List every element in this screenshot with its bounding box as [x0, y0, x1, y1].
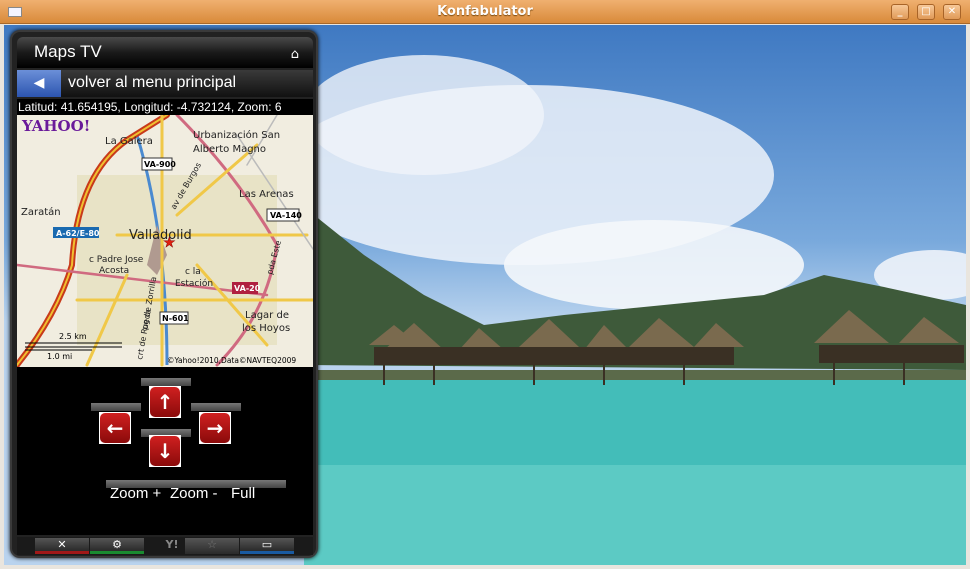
zoom-in-button[interactable]: Zoom +: [110, 485, 161, 502]
road-shield: VA-20: [234, 284, 261, 293]
button-bevel: [141, 378, 191, 386]
back-label[interactable]: volver al menu principal: [68, 74, 236, 92]
map-label: Lagar de: [245, 310, 289, 321]
close-window-button[interactable]: ✕: [943, 4, 961, 20]
scale-km: 2.5 km: [59, 332, 87, 341]
map-label: Las Arenas: [239, 189, 294, 200]
map-label: Urbanización San: [193, 129, 280, 141]
arrow-up-icon: ↑: [150, 387, 180, 417]
coordinates-status: Latitud: 41.654195, Longitud: -4.732124,…: [17, 99, 313, 116]
button-bevel: [191, 403, 241, 411]
road-shield: N-601: [162, 314, 189, 323]
zoom-out-button[interactable]: Zoom -: [170, 485, 218, 502]
arrow-right-icon: →: [200, 413, 230, 443]
scale-mi: 1.0 mi: [47, 352, 72, 361]
minimize-button[interactable]: _: [891, 4, 909, 20]
pan-up-button[interactable]: ↑: [149, 386, 181, 418]
window-icon[interactable]: ▭: [240, 538, 294, 554]
window-titlebar: Konfabulator _ □ ✕: [0, 0, 970, 24]
map-label: Acosta: [99, 266, 129, 276]
map-label: Valladolid: [129, 228, 192, 243]
map-label: Zaratán: [21, 206, 61, 218]
map-label: La Galera: [105, 136, 153, 147]
arrow-left-icon: ←: [100, 413, 130, 443]
yahoo-logo: YAHOO!: [21, 117, 90, 135]
controls-panel: ↑ ← → ↓ Zoom + Zoom - Full: [17, 367, 313, 535]
pan-left-button[interactable]: ←: [99, 412, 131, 444]
pan-down-button[interactable]: ↓: [149, 435, 181, 467]
bottom-toolbar: ✕ ⚙ Y! ☆ ▭: [17, 537, 313, 555]
map-label: c la: [185, 267, 201, 277]
arrow-down-icon: ↓: [150, 436, 180, 466]
gear-icon[interactable]: ⚙: [90, 538, 144, 554]
full-button[interactable]: Full: [231, 485, 255, 502]
map-view[interactable]: YAHOO! La Galera Urbanización San Albert…: [17, 115, 313, 367]
map-label: Alberto Magno: [193, 144, 266, 155]
button-bevel: [91, 403, 141, 411]
widget-title: Maps TV: [34, 42, 102, 61]
map-copyright: ©Yahoo!2010,Data©NAVTEQ2009: [167, 356, 296, 365]
location-star-icon: ★: [163, 235, 176, 251]
maximize-button[interactable]: □: [917, 4, 935, 20]
back-bar[interactable]: ◀ volver al menu principal: [17, 70, 313, 97]
map-label: Estación: [175, 278, 213, 289]
maps-tv-widget: Maps TV ⌂ ◀ volver al menu principal Lat…: [10, 30, 318, 558]
back-arrow-icon[interactable]: ◀: [17, 70, 61, 97]
pan-right-button[interactable]: →: [199, 412, 231, 444]
road-shield: VA-140: [270, 211, 302, 220]
home-icon[interactable]: ⌂: [291, 47, 299, 62]
map-label: los Hoyos: [242, 323, 290, 334]
road-shield: A-62/E-80: [56, 229, 100, 238]
window-title: Konfabulator: [437, 4, 533, 19]
close-icon[interactable]: ✕: [35, 538, 89, 554]
star-icon[interactable]: ☆: [185, 538, 239, 554]
map-label: c Padre Jose: [89, 255, 144, 265]
road-shield: VA-900: [144, 160, 176, 169]
widget-header: Maps TV ⌂: [17, 37, 313, 68]
